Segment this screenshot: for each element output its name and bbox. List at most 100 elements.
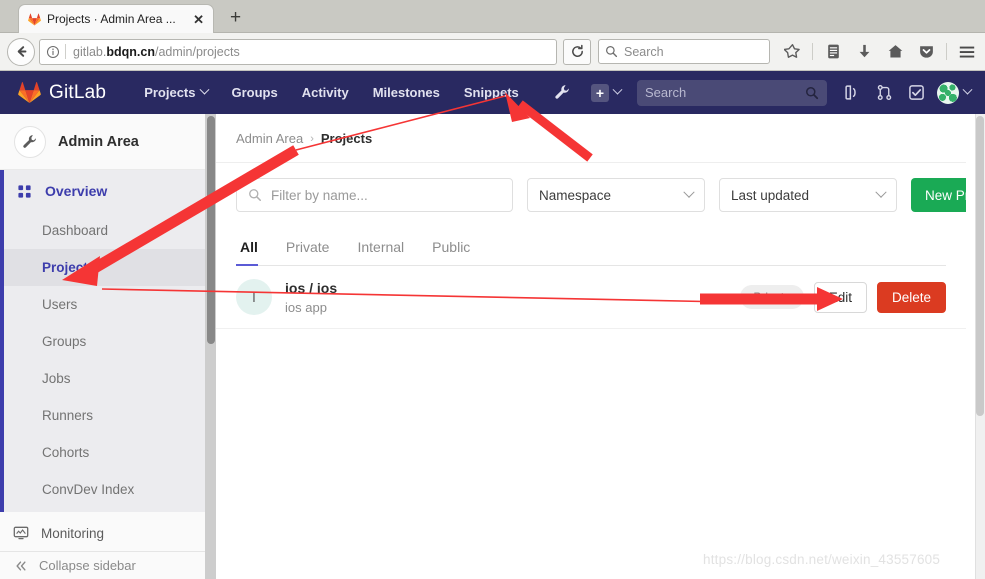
hamburger-menu-icon[interactable] — [953, 38, 981, 66]
reload-icon[interactable] — [563, 38, 591, 65]
sidebar-header[interactable]: Admin Area — [0, 114, 207, 170]
close-tab-icon[interactable]: ✕ — [190, 13, 207, 26]
sidebar-item-projects[interactable]: Projects — [4, 249, 207, 286]
tab-internal[interactable]: Internal — [343, 239, 418, 265]
collapse-sidebar-label: Collapse sidebar — [39, 558, 136, 573]
filter-placeholder: Filter by name... — [271, 187, 368, 203]
plus-icon: + — [591, 83, 609, 102]
delete-button[interactable]: Delete — [876, 281, 946, 313]
breadcrumb-separator: › — [310, 132, 314, 145]
project-title-link[interactable]: ios / ios — [285, 280, 727, 296]
visibility-tabs: All Private Internal Public — [236, 230, 946, 266]
project-avatar: I — [236, 279, 272, 315]
downloads-icon[interactable] — [850, 38, 878, 66]
nav-item-label: Activity — [301, 85, 349, 100]
project-actions: Private Edit Delete — [740, 281, 946, 313]
sidebar-item-users[interactable]: Users — [4, 286, 207, 323]
gitlab-search-input[interactable]: Search — [637, 79, 827, 106]
namespace-dropdown[interactable]: Namespace — [527, 178, 705, 212]
sort-dropdown[interactable]: Last updated — [719, 178, 897, 212]
grid-overview-icon — [17, 184, 32, 199]
nav-item-groups[interactable]: Groups — [220, 71, 290, 114]
breadcrumb-current: Projects — [320, 131, 373, 146]
sidebar-item-dashboard[interactable]: Dashboard — [4, 212, 207, 249]
collapse-sidebar-button[interactable]: Collapse sidebar — [0, 551, 207, 579]
nav-item-projects[interactable]: Projects — [132, 71, 219, 114]
sidebar-item-jobs[interactable]: Jobs — [4, 360, 207, 397]
monitor-icon — [13, 525, 29, 541]
tab-private[interactable]: Private — [272, 239, 344, 265]
sidebar-title: Admin Area — [58, 133, 139, 150]
main-content: Admin Area › Projects Filter by name... … — [216, 114, 966, 579]
new-dropdown-button[interactable]: + — [585, 83, 627, 102]
sidebar-scrollbar-thumb[interactable] — [207, 116, 215, 344]
double-chevron-left-icon — [14, 559, 28, 573]
sidebar-item-groups[interactable]: Groups — [4, 323, 207, 360]
nav-item-milestones[interactable]: Milestones — [361, 71, 452, 114]
gitlab-search-placeholder: Search — [645, 85, 687, 100]
namespace-dropdown-label: Namespace — [539, 187, 612, 203]
toolbar-divider — [812, 43, 813, 60]
todos-icon[interactable] — [901, 78, 931, 108]
home-icon[interactable] — [881, 38, 909, 66]
library-icon[interactable] — [819, 38, 847, 66]
sidebar-item-overview[interactable]: Overview — [4, 170, 207, 212]
sidebar-section-label: Overview — [45, 183, 108, 199]
issues-icon[interactable] — [837, 78, 867, 108]
nav-item-label: Groups — [231, 85, 278, 100]
project-description: ios app — [285, 299, 327, 315]
url-host: bdqn.cn — [106, 44, 155, 59]
tab-public[interactable]: Public — [418, 239, 484, 265]
user-menu-button[interactable] — [933, 78, 975, 108]
new-project-button[interactable]: New Project — [911, 178, 966, 212]
wrench-icon[interactable] — [547, 78, 577, 108]
gitlab-main-nav: Projects Groups Activity Milestones Snip… — [132, 71, 531, 114]
sidebar-item-cohorts[interactable]: Cohorts — [4, 434, 207, 471]
screenshot-root: Projects · Admin Area ... ✕ + gitlab.bdq… — [0, 0, 985, 579]
toolbar-divider — [946, 43, 947, 60]
page-scrollbar-thumb[interactable] — [976, 116, 984, 416]
bookmark-star-icon[interactable] — [778, 38, 806, 66]
pocket-icon[interactable] — [912, 38, 940, 66]
search-icon — [249, 189, 261, 201]
gitlab-fox-icon — [28, 13, 41, 25]
chevron-down-icon — [962, 84, 973, 95]
admin-sidebar: Admin Area Overview Dashboard Projects U… — [0, 114, 208, 579]
edit-button[interactable]: Edit — [813, 281, 867, 313]
browser-search-bar[interactable]: Search — [598, 39, 770, 64]
avatar — [937, 81, 959, 104]
gitlab-brand-label: GitLab — [49, 81, 107, 103]
sidebar-item-convdev-index[interactable]: ConvDev Index — [4, 471, 207, 508]
breadcrumb-parent[interactable]: Admin Area — [236, 131, 303, 146]
chevron-down-icon — [683, 186, 695, 198]
tab-all[interactable]: All — [236, 239, 272, 266]
browser-tab[interactable]: Projects · Admin Area ... ✕ — [18, 4, 214, 33]
nav-item-activity[interactable]: Activity — [290, 71, 361, 114]
browser-tab-title: Projects · Admin Area ... — [47, 12, 176, 26]
page-scrollbar-track[interactable] — [975, 114, 985, 579]
nav-item-label: Snippets — [463, 85, 519, 100]
browser-toolbar-icons — [778, 38, 981, 66]
gitlab-header-right: + Search — [547, 78, 985, 108]
page-info-icon[interactable] — [46, 45, 60, 59]
chevron-down-icon — [199, 84, 209, 95]
gitlab-logo-link[interactable]: GitLab — [18, 81, 106, 104]
search-icon — [606, 46, 618, 58]
new-tab-button[interactable]: + — [230, 8, 241, 27]
sort-dropdown-label: Last updated — [731, 187, 810, 203]
back-arrow-icon[interactable] — [7, 37, 35, 66]
filter-by-name-input[interactable]: Filter by name... — [236, 178, 513, 212]
nav-item-snippets[interactable]: Snippets — [452, 71, 531, 114]
sidebar-item-monitoring[interactable]: Monitoring — [0, 512, 207, 554]
browser-nav-bar: gitlab.bdqn.cn/admin/projects Search — [0, 33, 985, 71]
project-info: ios / ios ios app — [285, 280, 727, 315]
sidebar-section-overview: Overview Dashboard Projects Users Groups… — [0, 170, 207, 512]
wrench-icon — [14, 125, 46, 158]
merge-requests-icon[interactable] — [869, 78, 899, 108]
projects-filter-row: Filter by name... Namespace Last updated… — [216, 163, 966, 212]
project-list-item: I ios / ios ios app Private Edit Delete — [216, 266, 966, 329]
url-bar[interactable]: gitlab.bdqn.cn/admin/projects — [39, 38, 557, 65]
sidebar-item-runners[interactable]: Runners — [4, 397, 207, 434]
search-icon — [806, 86, 819, 99]
visibility-badge: Private — [740, 285, 804, 309]
